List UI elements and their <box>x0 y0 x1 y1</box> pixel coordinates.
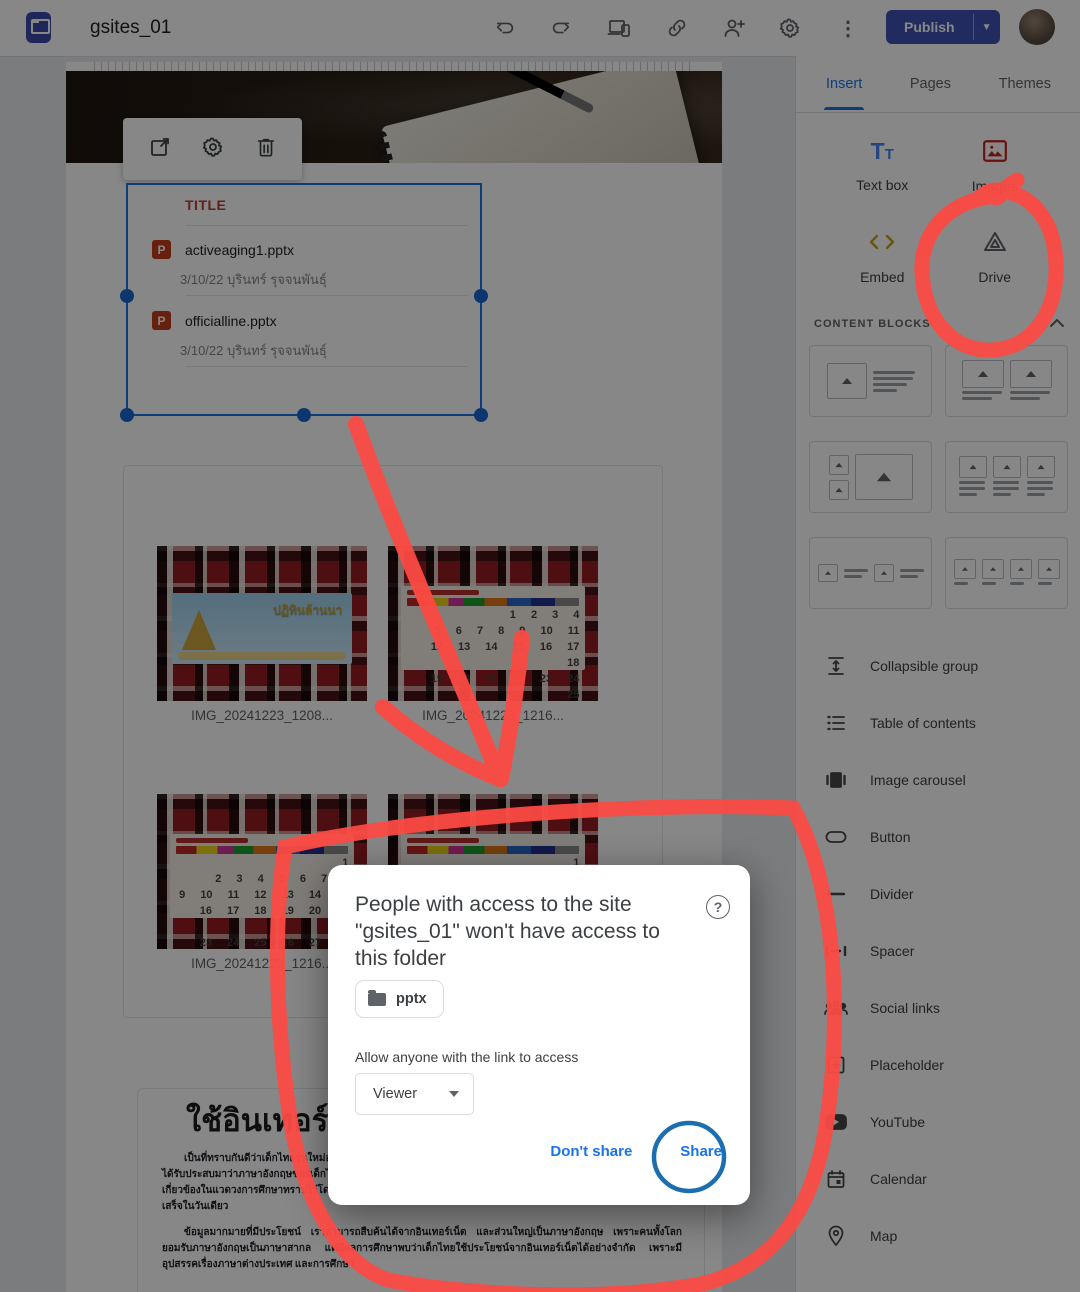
share-button[interactable]: Share <box>680 1143 722 1160</box>
dont-share-button[interactable]: Don't share <box>550 1143 632 1160</box>
folder-icon <box>368 993 386 1006</box>
help-icon[interactable]: ? <box>706 895 730 919</box>
dialog-title: People with access to the site "gsites_0… <box>355 891 670 972</box>
access-level-select[interactable]: Viewer <box>355 1073 474 1115</box>
drive-share-dialog: People with access to the site "gsites_0… <box>328 865 750 1205</box>
folder-chip-label: pptx <box>396 991 427 1007</box>
folder-chip[interactable]: pptx <box>355 980 444 1018</box>
google-sites-editor: gsites_01 ⋮ Publish ▼ <box>0 0 1080 1292</box>
access-level-value: Viewer <box>373 1086 417 1102</box>
allow-access-label: Allow anyone with the link to access <box>355 1049 578 1065</box>
dialog-actions: Don't share Share <box>550 1143 722 1160</box>
chevron-down-icon <box>449 1091 459 1097</box>
